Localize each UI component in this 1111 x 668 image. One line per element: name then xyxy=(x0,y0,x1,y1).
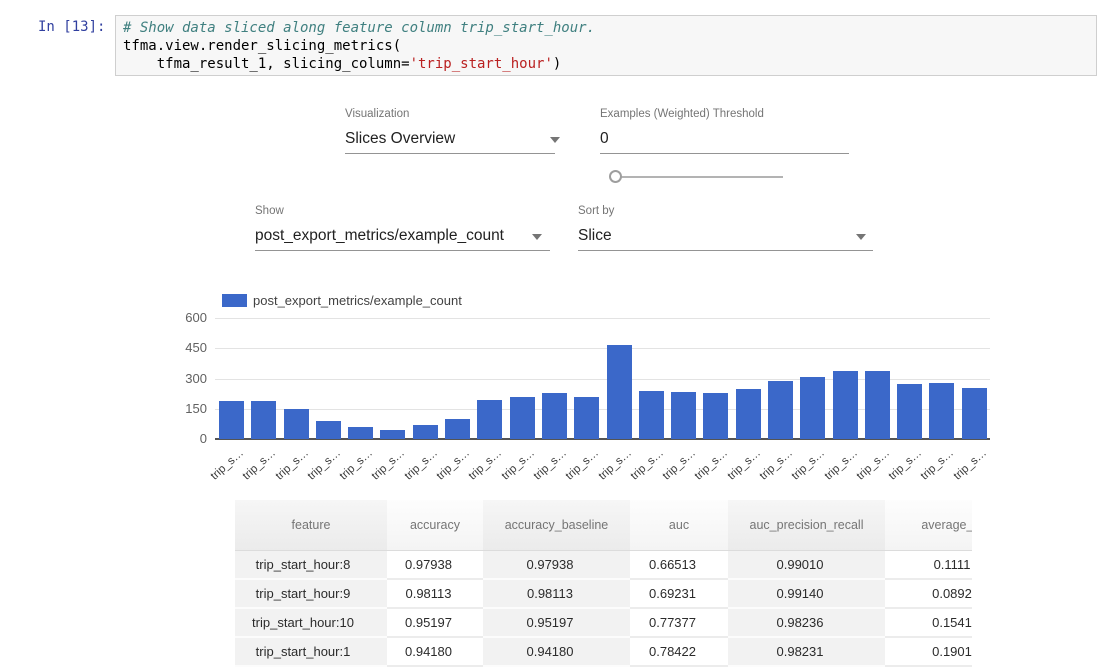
threshold-input[interactable]: 0 xyxy=(600,130,609,148)
metric-cell: 0.77377 xyxy=(630,609,728,638)
feature-cell: trip_start_hour:10 xyxy=(235,609,387,638)
bar[interactable] xyxy=(703,393,728,439)
bar[interactable] xyxy=(639,391,664,439)
code-editor[interactable]: # Show data sliced along feature column … xyxy=(115,15,1097,76)
metric-cell: 0.95197 xyxy=(387,609,483,638)
bar[interactable] xyxy=(897,384,922,439)
table-header-row: featureaccuracyaccuracy_baselineaucauc_p… xyxy=(235,500,972,551)
legend-label: post_export_metrics/example_count xyxy=(253,293,462,308)
threshold-label: Examples (Weighted) Threshold xyxy=(600,108,764,120)
threshold-underline xyxy=(600,153,849,154)
code-comment: # Show data sliced along feature column … xyxy=(123,20,595,36)
metric-cell: 0.94180 xyxy=(387,638,483,667)
bar[interactable] xyxy=(833,371,858,439)
y-axis-tick-label: 450 xyxy=(160,340,207,355)
metric-cell: 0.98113 xyxy=(387,580,483,609)
metric-cell: 0.99010 xyxy=(728,551,885,580)
bar[interactable] xyxy=(542,393,567,439)
gridline xyxy=(215,348,990,349)
y-axis-tick-label: 0 xyxy=(160,431,207,446)
column-header-auc[interactable]: auc xyxy=(630,500,728,550)
metric-cell: 0.1541 xyxy=(885,609,972,638)
show-select[interactable]: post_export_metrics/example_count xyxy=(255,227,504,245)
table-row: trip_start_hour:100.951970.951970.773770… xyxy=(235,609,972,638)
bar[interactable] xyxy=(671,392,696,439)
chevron-down-icon[interactable] xyxy=(856,234,866,240)
bar[interactable] xyxy=(736,389,761,439)
metric-cell: 0.1111 xyxy=(885,551,972,580)
sort-underline xyxy=(578,250,873,251)
bar[interactable] xyxy=(962,388,987,439)
metric-cell: 0.78422 xyxy=(630,638,728,667)
metric-cell: 0.97938 xyxy=(483,551,630,580)
metric-cell: 0.98231 xyxy=(728,638,885,667)
bar[interactable] xyxy=(607,345,632,439)
metric-cell: 0.1901 xyxy=(885,638,972,667)
metric-cell: 0.69231 xyxy=(630,580,728,609)
threshold-slider-handle[interactable] xyxy=(609,170,622,183)
bar[interactable] xyxy=(865,371,890,439)
metric-cell: 0.98236 xyxy=(728,609,885,638)
column-header-accuracy_baseline[interactable]: accuracy_baseline xyxy=(483,500,630,550)
bar-chart-plot-area: trip_s…trip_s…trip_s…trip_s…trip_s…trip_… xyxy=(215,318,990,439)
metric-cell: 0.97938 xyxy=(387,551,483,580)
table-body: trip_start_hour:80.979380.979380.665130.… xyxy=(235,551,972,667)
bar[interactable] xyxy=(445,419,470,439)
visualization-underline xyxy=(345,153,555,154)
cell-input-prompt: In [13]: xyxy=(38,19,105,35)
metrics-table: featureaccuracyaccuracy_baselineaucauc_p… xyxy=(235,500,972,668)
column-header-auc_precision_recall[interactable]: auc_precision_recall xyxy=(728,500,885,550)
bar[interactable] xyxy=(510,397,535,439)
code-string-literal: 'trip_start_hour' xyxy=(410,56,553,72)
bar[interactable] xyxy=(348,427,373,439)
visualization-label: Visualization xyxy=(345,108,409,120)
column-header-feature[interactable]: feature xyxy=(235,500,387,550)
legend-swatch xyxy=(222,294,247,307)
gridline xyxy=(215,318,990,319)
metric-cell: 0.66513 xyxy=(630,551,728,580)
y-axis-tick-label: 150 xyxy=(160,401,207,416)
metric-cell: 0.99140 xyxy=(728,580,885,609)
bar[interactable] xyxy=(574,397,599,439)
visualization-select[interactable]: Slices Overview xyxy=(345,130,455,148)
feature-cell: trip_start_hour:1 xyxy=(235,638,387,667)
threshold-slider-track[interactable] xyxy=(617,176,783,178)
show-label: Show xyxy=(255,205,284,217)
table-row: trip_start_hour:10.941800.941800.784220.… xyxy=(235,638,972,667)
feature-cell: trip_start_hour:9 xyxy=(235,580,387,609)
metric-cell: 0.0892 xyxy=(885,580,972,609)
bar[interactable] xyxy=(380,430,405,439)
metric-cell: 0.94180 xyxy=(483,638,630,667)
chevron-down-icon[interactable] xyxy=(550,137,560,143)
chevron-down-icon[interactable] xyxy=(532,234,542,240)
sort-by-select[interactable]: Slice xyxy=(578,227,612,245)
bar[interactable] xyxy=(800,377,825,439)
bar[interactable] xyxy=(251,401,276,439)
y-axis-tick-label: 600 xyxy=(160,310,207,325)
column-header-average_loss[interactable]: average_loss xyxy=(885,500,972,550)
bar[interactable] xyxy=(284,409,309,439)
table-row: trip_start_hour:90.981130.981130.692310.… xyxy=(235,580,972,609)
y-axis-tick-label: 300 xyxy=(160,371,207,386)
table-row: trip_start_hour:80.979380.979380.665130.… xyxy=(235,551,972,580)
bar[interactable] xyxy=(219,401,244,439)
bar[interactable] xyxy=(768,381,793,439)
show-underline xyxy=(255,250,550,251)
metric-cell: 0.95197 xyxy=(483,609,630,638)
metric-cell: 0.98113 xyxy=(483,580,630,609)
bar[interactable] xyxy=(413,425,438,439)
bar[interactable] xyxy=(316,421,341,439)
code-line-3: tfma_result_1, slicing_column= xyxy=(123,56,410,72)
column-header-accuracy[interactable]: accuracy xyxy=(387,500,483,550)
code-line-2: tfma.view.render_slicing_metrics( xyxy=(123,38,401,54)
bar[interactable] xyxy=(477,400,502,439)
feature-cell: trip_start_hour:8 xyxy=(235,551,387,580)
bar[interactable] xyxy=(929,383,954,439)
sort-by-label: Sort by xyxy=(578,205,614,217)
